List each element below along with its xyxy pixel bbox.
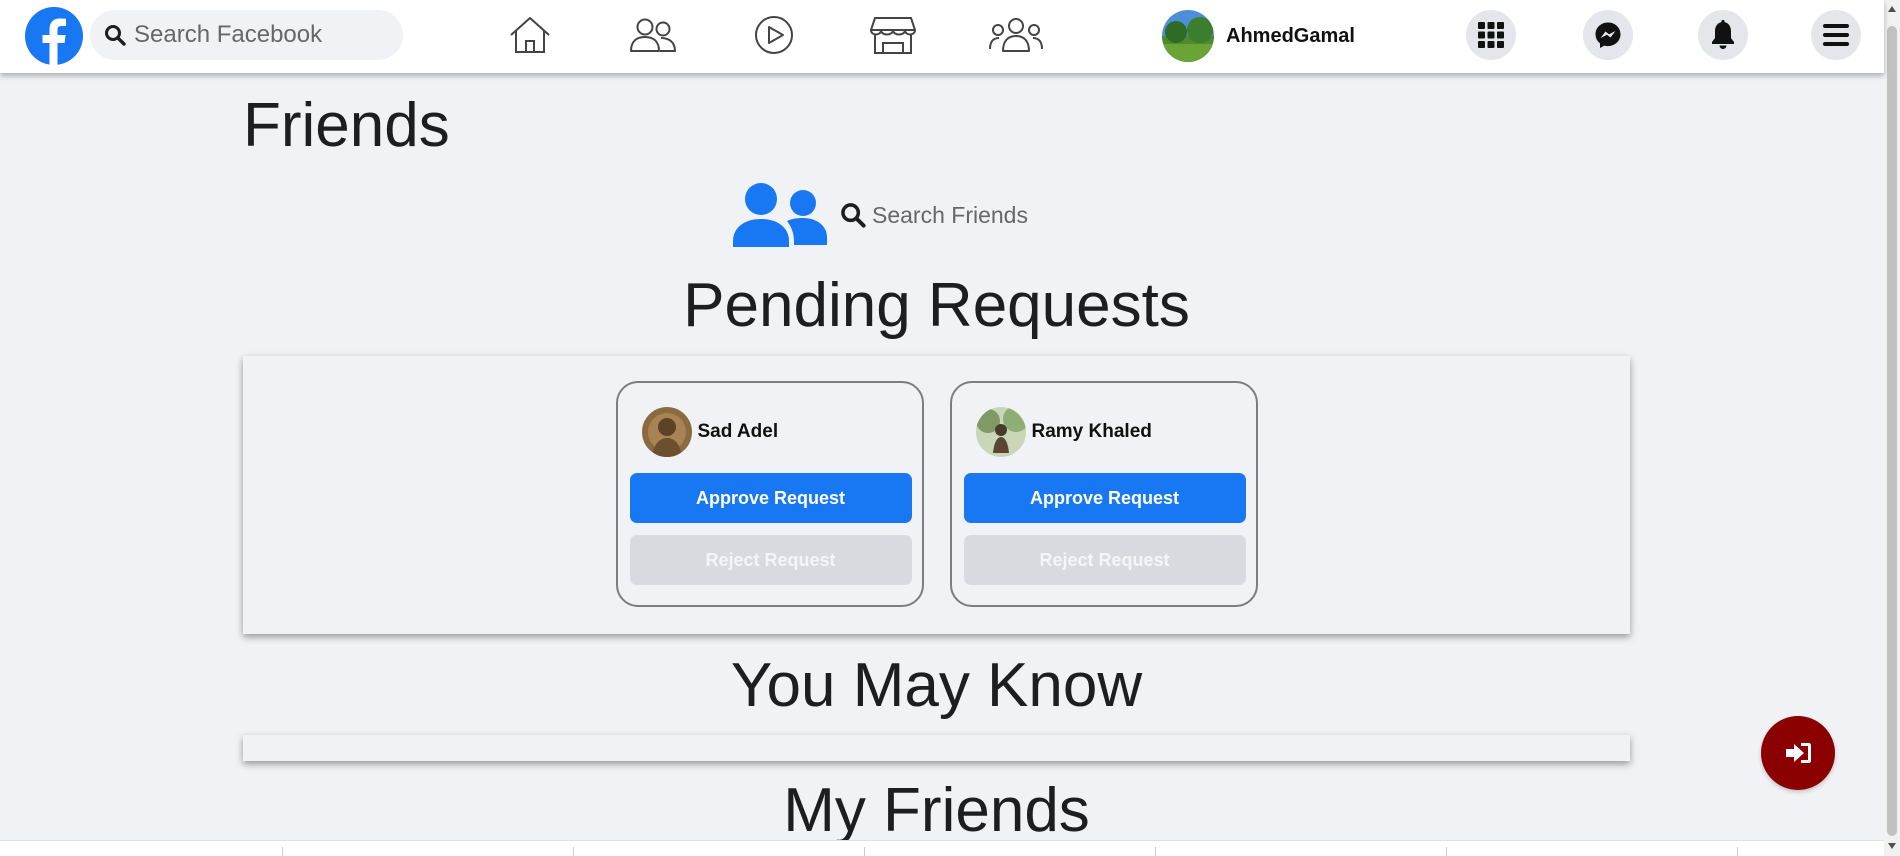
search-facebook-input[interactable]	[134, 10, 389, 60]
page-scrollbar[interactable]	[1884, 0, 1900, 855]
menu-grid-button[interactable]	[1466, 10, 1516, 60]
notifications-button[interactable]	[1698, 10, 1748, 60]
facebook-logo-icon[interactable]	[24, 6, 84, 66]
nav-friends[interactable]	[625, 10, 681, 60]
friend-request-card: Sad Adel Approve Request Reject Request	[615, 381, 924, 607]
nav-home[interactable]	[502, 10, 558, 60]
requester-name[interactable]: Sad Adel	[698, 421, 779, 443]
hamburger-icon	[1823, 24, 1849, 46]
messenger-button[interactable]	[1583, 10, 1633, 60]
user-avatar[interactable]	[641, 407, 692, 457]
groups-icon	[989, 18, 1043, 52]
reject-request-button[interactable]: Reject Request	[629, 535, 912, 585]
friends-icon	[630, 18, 676, 52]
approve-request-button[interactable]: Approve Request	[629, 473, 912, 523]
scroll-down-arrow-icon[interactable]	[1888, 843, 1896, 849]
you-may-know-title: You May Know	[730, 651, 1143, 720]
scrollbar-thumb[interactable]	[1887, 26, 1897, 836]
reject-request-button[interactable]: Reject Request	[963, 535, 1246, 585]
search-icon	[841, 203, 866, 228]
friends-search-bar	[732, 180, 1092, 250]
pending-requests-title: Pending Requests	[683, 271, 1190, 340]
logout-button[interactable]	[1761, 716, 1835, 790]
nav-watch[interactable]	[746, 10, 802, 60]
pending-requests-panel: Sad Adel Approve Request Reject Request …	[243, 356, 1630, 634]
user-avatar[interactable]	[975, 407, 1026, 457]
watch-icon	[755, 16, 793, 54]
profile-avatar	[1162, 10, 1214, 62]
search-friends-input[interactable]	[872, 201, 1092, 229]
requester-name[interactable]: Ramy Khaled	[1032, 421, 1152, 443]
profile-name: AhmedGamal	[1226, 24, 1355, 47]
bottom-strip	[0, 840, 1884, 856]
nav-groups[interactable]	[988, 10, 1044, 60]
friends-people-icon	[733, 183, 827, 247]
marketplace-icon	[870, 17, 916, 54]
profile-link[interactable]: AhmedGamal	[1162, 8, 1355, 64]
friend-request-card: Ramy Khaled Approve Request Reject Reque…	[949, 381, 1258, 607]
menu-grid-icon	[1478, 22, 1504, 48]
facebook-search-box[interactable]	[90, 10, 403, 60]
sign-out-icon	[1786, 743, 1811, 763]
my-friends-title: My Friends	[783, 776, 1090, 845]
scroll-up-arrow-icon[interactable]	[1888, 6, 1896, 12]
search-icon	[105, 25, 126, 46]
menu-button[interactable]	[1811, 10, 1861, 60]
you-may-know-panel	[243, 735, 1630, 761]
top-navbar: AhmedGamal	[0, 0, 1884, 73]
bell-icon	[1712, 20, 1734, 50]
nav-marketplace[interactable]	[865, 10, 921, 60]
approve-request-button[interactable]: Approve Request	[963, 473, 1246, 523]
messenger-icon	[1595, 22, 1621, 48]
page-title: Friends	[243, 91, 450, 160]
home-icon	[510, 17, 550, 53]
